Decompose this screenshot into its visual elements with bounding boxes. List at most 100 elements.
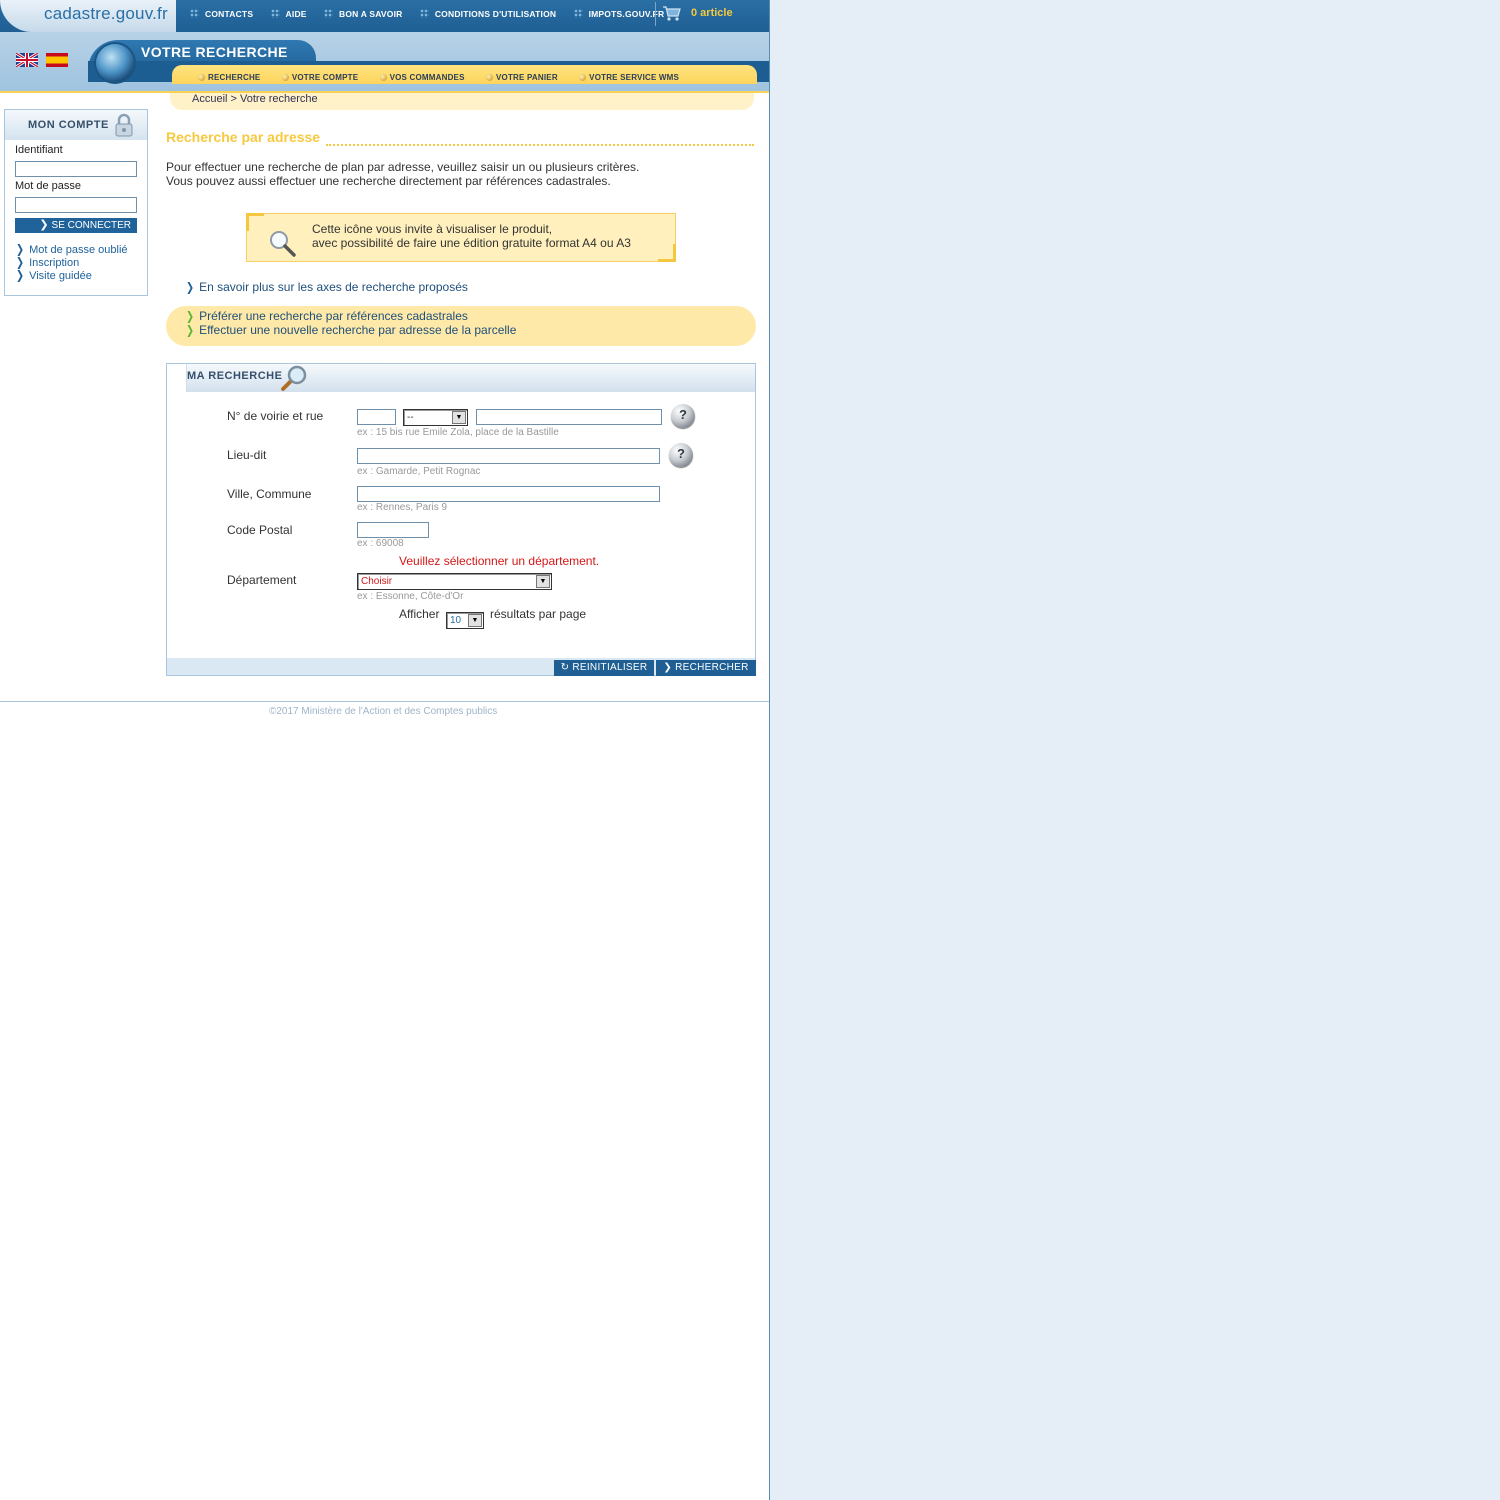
main-nav-compte[interactable]: VOTRE COMPTE [281, 73, 359, 82]
guided-tour-link[interactable]: ❯ Visite guidée [15, 268, 92, 282]
top-nav-contacts[interactable]: CONTACTS [190, 9, 253, 19]
reset-button[interactable]: ↻ REINITIALISER [554, 660, 654, 676]
main-nav-panier[interactable]: VOTRE PANIER [485, 73, 558, 82]
chevron-right-icon: ❯ [186, 280, 195, 294]
street-example: ex : 15 bis rue Emile Zola, place de la … [357, 427, 559, 438]
section-title: VOTRE RECHERCHE [141, 44, 288, 60]
per-page-suffix: résultats par page [490, 607, 587, 621]
chevron-right-icon: ❯ [663, 662, 676, 673]
chevron-right-icon: ❯ [39, 219, 49, 231]
department-label: Département [227, 573, 297, 587]
top-nav-label: AIDE [285, 9, 307, 19]
password-input[interactable] [15, 197, 137, 213]
results-per-page-select[interactable]: 10 ▼ [446, 612, 484, 629]
dots-icon [270, 9, 280, 18]
lieudit-input[interactable] [357, 448, 660, 464]
top-nav-label: CONTACTS [205, 9, 254, 19]
main-nav: RECHERCHE VOTRE COMPTE VOS COMMANDES VOT… [172, 65, 757, 84]
top-nav-bon-a-savoir[interactable]: BON A SAVOIR [324, 9, 402, 19]
help-icon[interactable]: ? [669, 443, 693, 467]
corner-decoration [246, 213, 264, 231]
chevron-right-icon: ❯ [16, 255, 25, 269]
top-nav-conditions[interactable]: CONDITIONS D'UTILISATION [419, 9, 557, 19]
department-select[interactable]: Choisir ▼ [357, 573, 552, 590]
reset-button-label: REINITIALISER [572, 662, 648, 673]
chevron-right-icon: ❯ [186, 323, 195, 337]
forgot-password-link[interactable]: ❯ Mot de passe oublié [15, 242, 128, 256]
show-label: Afficher [399, 607, 440, 621]
chevron-right-icon: ❯ [16, 268, 25, 282]
top-nav-label: CONDITIONS D'UTILISATION [434, 9, 557, 19]
main-nav-label: RECHERCHE [208, 73, 261, 82]
identifiant-label: Identifiant [15, 144, 63, 156]
bullet-icon [198, 74, 205, 81]
dots-icon [190, 9, 199, 18]
login-button[interactable]: ❯ SE CONNECTER [15, 218, 137, 233]
intro-text-2: Vous pouvez aussi effectuer une recherch… [166, 174, 611, 188]
spain-flag-icon[interactable] [46, 53, 68, 67]
bullet-icon [379, 74, 387, 81]
postal-example: ex : 69008 [357, 538, 404, 549]
uk-flag-icon[interactable] [16, 53, 38, 67]
cart-count[interactable]: 0 article [691, 7, 733, 19]
identifiant-input[interactable] [15, 161, 137, 177]
bullet-icon [579, 74, 587, 81]
bullet-icon [485, 74, 493, 81]
main-nav-commandes[interactable]: VOS COMMANDES [379, 73, 465, 82]
select-value: Choisir [361, 576, 393, 587]
account-title: MON COMPTE [28, 119, 109, 131]
search-panel: MA RECHERCHE N° de voirie et rue -- ▼ ? e… [166, 363, 756, 676]
link-label: En savoir plus sur les axes de recherche… [199, 280, 468, 294]
search-button[interactable]: ❯ RECHERCHER [656, 660, 756, 676]
link-label: Visite guidée [29, 270, 92, 282]
top-nav: CONTACTS AIDE BON A SAVOIR CONDITIONS D'… [190, 6, 678, 20]
search-panel-title: MA RECHERCHE [187, 370, 283, 382]
department-error: Veuillez sélectionner un département. [399, 554, 600, 568]
main-nav-label: VOTRE COMPTE [291, 73, 359, 82]
select-value: -- [407, 412, 414, 423]
main-nav-recherche[interactable]: RECHERCHE [198, 73, 260, 82]
dots-icon [419, 9, 429, 18]
city-input[interactable] [357, 486, 660, 502]
footer-divider [0, 701, 769, 702]
title-underline [326, 144, 754, 146]
department-example: ex : Essonne, Côte-d'Or [357, 591, 464, 602]
main-nav-wms[interactable]: VOTRE SERVICE WMS [579, 73, 679, 82]
cart-divider [655, 2, 656, 26]
dots-icon [324, 9, 333, 18]
intro-text-1: Pour effectuer une recherche de plan par… [166, 160, 640, 174]
top-nav-aide[interactable]: AIDE [270, 9, 307, 19]
dropdown-arrow-icon: ▼ [452, 411, 466, 424]
chevron-right-icon: ❯ [16, 242, 25, 256]
postal-input[interactable] [357, 522, 429, 538]
city-label: Ville, Commune [227, 487, 312, 501]
info-text-1: Cette icône vous invite à visualiser le … [312, 222, 553, 236]
street-number-input[interactable] [357, 409, 396, 425]
street-name-input[interactable] [476, 409, 662, 425]
search-panel-header: MA RECHERCHE [167, 364, 755, 392]
top-nav-label: BON A SAVOIR [339, 9, 403, 19]
refresh-icon: ↻ [560, 662, 573, 673]
lieudit-example: ex : Gamarde, Petit Rognac [357, 466, 481, 477]
cart-icon[interactable] [662, 4, 682, 22]
site-logo[interactable]: cadastre.gouv.fr [44, 4, 168, 24]
postal-label: Code Postal [227, 523, 293, 537]
new-address-search-link[interactable]: ❯ Effectuer une nouvelle recherche par ad… [185, 323, 516, 337]
magnifier-icon [270, 231, 296, 257]
city-example: ex : Rennes, Paris 9 [357, 502, 448, 513]
account-header: MON COMPTE [5, 110, 147, 140]
lieudit-label: Lieu-dit [227, 448, 267, 462]
breadcrumb[interactable]: Accueil > Votre recherche [192, 93, 318, 105]
top-nav-impots[interactable]: IMPOTS.GOUV.FR [573, 9, 665, 19]
cadastral-search-link[interactable]: ❯ Préférer une recherche par références c… [185, 309, 468, 323]
more-info-link[interactable]: ❯ En savoir plus sur les axes de recherch… [185, 280, 468, 294]
dropdown-arrow-icon: ▼ [536, 575, 550, 588]
signup-link[interactable]: ❯ Inscription [15, 255, 79, 269]
lock-icon [115, 113, 133, 137]
info-box: Cette icône vous invite à visualiser le … [246, 213, 676, 262]
help-icon[interactable]: ? [671, 404, 695, 428]
main-nav-label: VOTRE SERVICE WMS [589, 73, 680, 82]
street-label: N° de voirie et rue [227, 409, 324, 423]
street-suffix-select[interactable]: -- ▼ [403, 409, 468, 426]
logo-tab: cadastre.gouv.fr [0, 0, 176, 32]
